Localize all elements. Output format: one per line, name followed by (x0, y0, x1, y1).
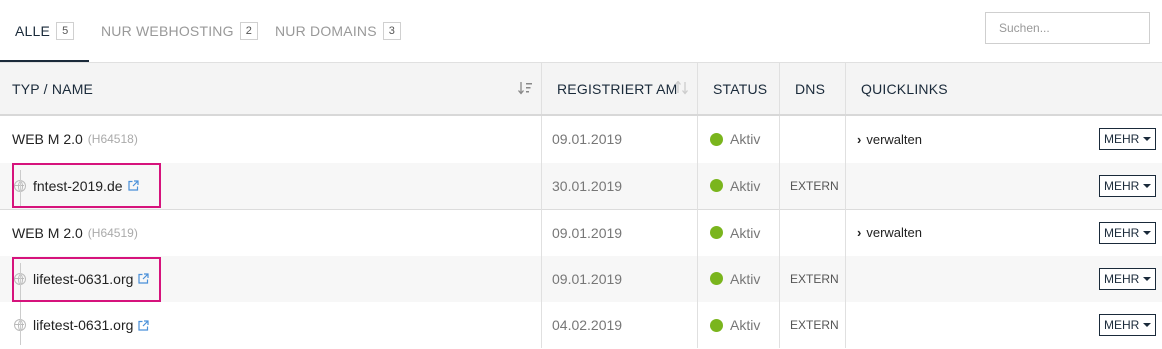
registered-date: 30.01.2019 (552, 177, 623, 194)
product-label: WEB M 2.0 (12, 224, 83, 241)
quicklink-label: verwalten (866, 225, 922, 241)
table-row: lifetest-0631.org 04.02.2019 Aktiv EXTER… (0, 302, 1162, 349)
registered-date: 09.01.2019 (552, 131, 623, 148)
status-label: Aktiv (730, 177, 761, 194)
chevron-right-icon: › (857, 131, 862, 147)
dns-value: EXTERN (790, 271, 839, 286)
caret-down-icon (1143, 276, 1152, 281)
status-active-dot-icon (710, 272, 723, 286)
more-button[interactable]: MEHR (1099, 267, 1157, 290)
caret-down-icon (1143, 137, 1152, 142)
tab-webhosting-count: 2 (239, 22, 259, 40)
status-cell: Aktiv (710, 163, 760, 210)
status-cell: Aktiv (710, 302, 760, 349)
tab-alle-label: ALLE (15, 23, 51, 39)
products-table: TYP / NAME REGISTRIERT AM STATUS DNS QUI… (0, 62, 1162, 349)
status-active-dot-icon (710, 132, 723, 146)
dns-value: EXTERN (790, 318, 839, 333)
more-button[interactable]: MEHR (1099, 128, 1157, 151)
caret-down-icon (1143, 183, 1152, 188)
highlight-box (12, 163, 161, 208)
tab-nur-webhosting[interactable]: NUR WEBHOSTING 2 (101, 0, 259, 62)
domain-label: lifetest-0631.org (33, 317, 134, 334)
status-active-dot-icon (710, 318, 723, 332)
status-cell: Aktiv (710, 116, 760, 163)
registered-date: 09.01.2019 (552, 224, 623, 241)
tab-webhosting-label: NUR WEBHOSTING (101, 23, 234, 39)
caret-down-icon (1143, 230, 1152, 235)
column-header-quicklinks: QUICKLINKS (861, 81, 948, 97)
status-label: Aktiv (730, 270, 761, 287)
registered-date: 04.02.2019 (552, 317, 623, 334)
external-link-icon[interactable] (138, 320, 150, 331)
sort-desc-icon[interactable] (518, 81, 533, 98)
product-name[interactable]: WEB M 2.0 (H64519) (12, 210, 138, 256)
column-header-name[interactable]: TYP / NAME (12, 63, 93, 115)
more-label: MEHR (1104, 318, 1140, 333)
status-label: Aktiv (730, 224, 761, 241)
tab-domains-count: 3 (382, 22, 402, 40)
status-label: Aktiv (730, 317, 761, 334)
more-label: MEHR (1104, 225, 1140, 240)
product-label: WEB M 2.0 (12, 131, 83, 148)
status-active-dot-icon (710, 226, 723, 240)
product-id: (H64518) (87, 132, 138, 147)
more-label: MEHR (1104, 271, 1140, 286)
sort-neutral-icon[interactable] (675, 80, 689, 98)
caret-down-icon (1143, 323, 1152, 328)
status-active-dot-icon (710, 179, 723, 193)
quicklink-verwalten[interactable]: › verwalten (857, 210, 922, 256)
more-label: MEHR (1104, 132, 1140, 147)
status-cell: Aktiv (710, 256, 760, 303)
product-id: (H64519) (87, 225, 138, 240)
tab-nur-domains[interactable]: NUR DOMAINS 3 (275, 0, 402, 62)
table-header: TYP / NAME REGISTRIERT AM STATUS DNS QUI… (0, 62, 1162, 116)
column-header-registered[interactable]: REGISTRIERT AM (557, 63, 678, 115)
table-row: fntest-2019.de 30.01.2019 Aktiv EXTERN M… (0, 162, 1162, 210)
tab-domains-label: NUR DOMAINS (275, 23, 377, 39)
more-button[interactable]: MEHR (1099, 221, 1157, 244)
quicklink-verwalten[interactable]: › verwalten (857, 116, 922, 163)
registered-date: 09.01.2019 (552, 270, 623, 287)
dns-value: EXTERN (790, 178, 839, 193)
more-label: MEHR (1104, 178, 1140, 193)
table-row: WEB M 2.0 (H64519) 09.01.2019 Aktiv › verw… (0, 209, 1162, 256)
tab-alle[interactable]: ALLE 5 (0, 0, 90, 62)
highlight-box (12, 257, 161, 302)
chevron-right-icon: › (857, 225, 862, 241)
column-header-status: STATUS (713, 81, 768, 97)
status-label: Aktiv (730, 131, 761, 148)
table-row: lifetest-0631.org 09.01.2019 Aktiv EXTER… (0, 255, 1162, 303)
product-name[interactable]: WEB M 2.0 (H64518) (12, 116, 138, 163)
status-cell: Aktiv (710, 210, 760, 256)
domain-name-link[interactable]: lifetest-0631.org (33, 302, 150, 349)
more-button[interactable]: MEHR (1099, 314, 1157, 337)
quicklink-label: verwalten (866, 131, 922, 147)
filter-tabs: ALLE 5 NUR WEBHOSTING 2 NUR DOMAINS 3 (0, 0, 1162, 62)
tab-alle-count: 5 (56, 22, 75, 40)
column-header-dns: DNS (795, 81, 826, 97)
search-input[interactable] (985, 12, 1150, 44)
table-row: WEB M 2.0 (H64518) 09.01.2019 Aktiv › verw… (0, 116, 1162, 163)
more-button[interactable]: MEHR (1099, 174, 1157, 197)
